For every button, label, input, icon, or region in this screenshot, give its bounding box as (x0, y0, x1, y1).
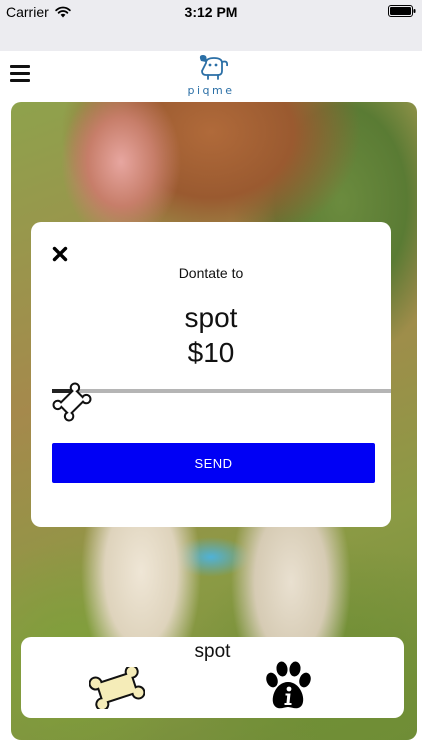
pet-card: spot (21, 637, 404, 718)
nav-bar: piqme (0, 51, 422, 97)
pet-name: spot (184, 302, 238, 333)
donation-slider-track[interactable] (52, 389, 391, 393)
close-icon[interactable] (52, 246, 68, 262)
donate-label: Dontate to (178, 265, 244, 281)
app-logo: piqme (180, 53, 242, 97)
status-bar: Carrier 3:12 PM (0, 0, 422, 51)
donation-amount: $10 (187, 337, 235, 368)
battery-icon (388, 5, 416, 17)
hamburger-menu-icon[interactable] (10, 65, 30, 82)
bone-slider-thumb-icon[interactable] (52, 382, 92, 422)
bone-icon[interactable] (89, 667, 145, 709)
status-time: 3:12 PM (184, 4, 238, 20)
send-button[interactable]: SEND (52, 443, 375, 483)
pet-card-name: spot (194, 641, 231, 662)
donate-modal: Dontate to spot $10 SEND (31, 222, 391, 527)
logo-text: piqme (187, 84, 235, 97)
paw-info-icon[interactable] (264, 660, 312, 712)
dog-logo-icon (199, 55, 229, 80)
